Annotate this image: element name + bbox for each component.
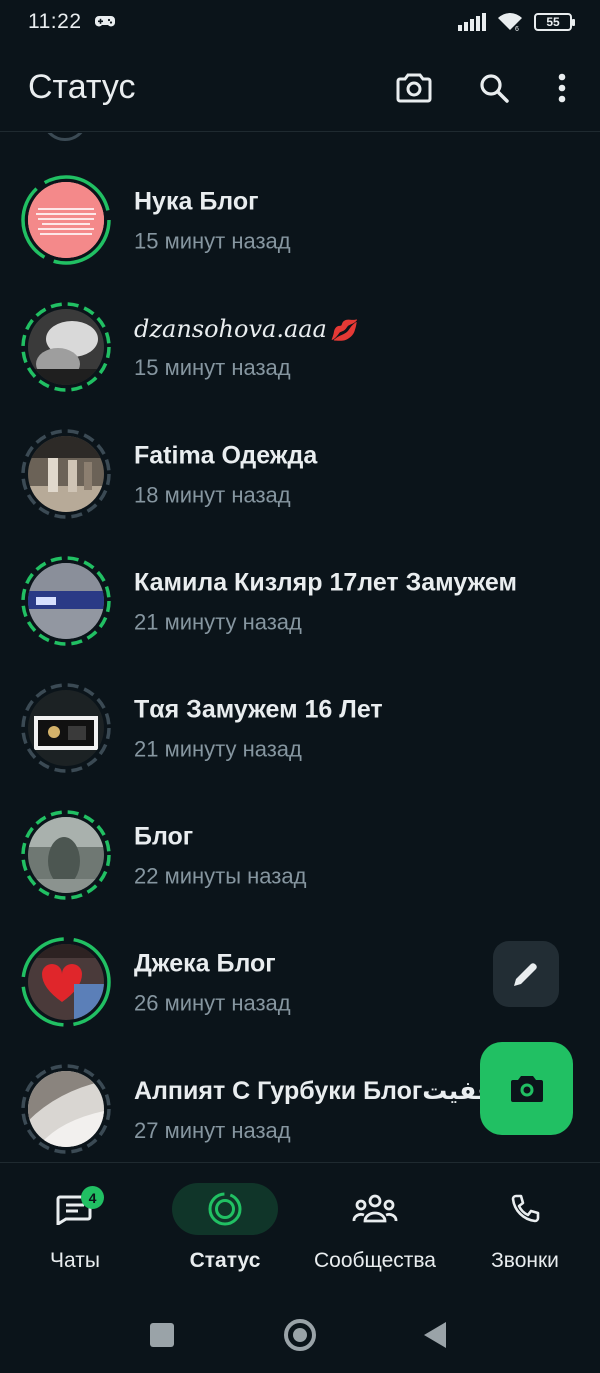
avatar-photo bbox=[28, 690, 104, 766]
status-avatar bbox=[20, 555, 112, 647]
tab-communities-label: Сообщества bbox=[314, 1249, 436, 1272]
status-time: 18 минут назад bbox=[134, 482, 291, 507]
page-title: Статус bbox=[28, 68, 136, 106]
status-avatar bbox=[20, 809, 112, 901]
status-time: 15 минут назад bbox=[134, 354, 291, 380]
tab-status-iconbox bbox=[172, 1183, 278, 1235]
home-button-dot bbox=[293, 1328, 307, 1342]
avatar-text-image bbox=[28, 182, 104, 258]
battery-indicator: 55 bbox=[534, 13, 575, 31]
more-options-button[interactable] bbox=[552, 66, 572, 110]
bottom-navigation: 4 Чаты Статус Сообщества Звонки bbox=[0, 1162, 600, 1290]
status-item[interactable]: Нука Блог 15 минут назад bbox=[0, 157, 600, 284]
kiss-emoji: 💋 bbox=[330, 317, 356, 342]
search-icon bbox=[480, 73, 509, 103]
avatar-photo bbox=[28, 944, 104, 1020]
avatar bbox=[28, 817, 104, 893]
avatar bbox=[28, 309, 104, 385]
status-name: Тαя Замужем 16 Лет bbox=[134, 695, 383, 723]
back-button[interactable] bbox=[424, 1322, 446, 1348]
status-time: 15 минут назад bbox=[134, 228, 291, 253]
tab-calls-label: Звонки bbox=[491, 1249, 559, 1272]
tab-status-label: Статус bbox=[189, 1249, 261, 1272]
camera-icon bbox=[510, 1075, 543, 1102]
status-time: 21 минуту назад bbox=[134, 609, 302, 634]
calls-icon bbox=[511, 1194, 540, 1223]
camera-button[interactable] bbox=[392, 66, 436, 110]
tab-status[interactable]: Статус bbox=[150, 1163, 300, 1291]
tab-chats[interactable]: 4 Чаты bbox=[0, 1163, 150, 1291]
status-time: 21 минуту назад bbox=[134, 736, 302, 761]
status-name: Fatima Одежда bbox=[134, 441, 318, 469]
avatar-photo bbox=[28, 1071, 104, 1147]
status-time: 26 минут назад bbox=[134, 990, 291, 1015]
status-name: Джека Блог bbox=[134, 949, 276, 977]
avatar-photo bbox=[28, 563, 104, 639]
status-avatar bbox=[20, 428, 112, 520]
status-avatar bbox=[20, 1063, 112, 1155]
text-status-button[interactable] bbox=[493, 941, 559, 1007]
svg-text:6: 6 bbox=[515, 26, 519, 32]
avatar bbox=[28, 944, 104, 1020]
avatar-photo bbox=[28, 309, 104, 385]
avatar bbox=[28, 563, 104, 639]
tab-calls[interactable]: Звонки bbox=[450, 1163, 600, 1291]
status-item[interactable]: Блог 22 минуты назад bbox=[0, 792, 600, 919]
status-item[interactable]: Тαя Замужем 16 Лет 21 минуту назад bbox=[0, 665, 600, 792]
game-controller-icon bbox=[94, 16, 115, 27]
status-name: Блог bbox=[134, 822, 194, 850]
avatar bbox=[28, 182, 104, 258]
status-avatar bbox=[20, 936, 112, 1028]
avatar bbox=[28, 1071, 104, 1147]
wifi-icon: 6 bbox=[498, 13, 522, 32]
tab-chats-label: Чаты bbox=[50, 1249, 100, 1272]
status-name: Алпият С Гурбуки Блогعفيت bbox=[134, 1076, 495, 1105]
battery-level: 55 bbox=[546, 15, 560, 29]
recents-button[interactable] bbox=[150, 1323, 174, 1347]
status-name: Нука Блог bbox=[134, 187, 259, 215]
status-item[interactable]: dzansohova.aaa 💋 15 минут назад bbox=[0, 284, 600, 411]
status-avatar bbox=[20, 682, 112, 774]
camera-status-button[interactable] bbox=[480, 1042, 573, 1135]
signal-icon bbox=[458, 13, 486, 31]
status-icon bbox=[208, 1192, 242, 1226]
status-item[interactable]: Fatima Одежда 18 минут назад bbox=[0, 411, 600, 538]
status-time: 27 минут назад bbox=[134, 1117, 291, 1143]
system-status-bar: 11:22 6 55 bbox=[0, 0, 600, 44]
avatar bbox=[28, 690, 104, 766]
clock: 11:22 bbox=[28, 10, 82, 33]
camera-icon bbox=[396, 73, 432, 102]
system-nav-buttons bbox=[150, 1319, 446, 1351]
communities-icon bbox=[352, 1194, 398, 1223]
unread-badge: 4 bbox=[81, 1186, 104, 1209]
avatar-photo bbox=[28, 817, 104, 893]
avatar bbox=[28, 436, 104, 512]
search-button[interactable] bbox=[472, 66, 516, 110]
app-header: Статус bbox=[0, 44, 600, 132]
tab-communities-iconbox bbox=[322, 1183, 428, 1235]
status-avatar bbox=[20, 301, 112, 393]
status-avatar bbox=[20, 174, 112, 266]
tab-chats-iconbox: 4 bbox=[22, 1183, 128, 1235]
status-name: Камила Кизляр 17лет Замужем bbox=[134, 568, 517, 596]
tab-communities[interactable]: Сообщества bbox=[300, 1163, 450, 1291]
avatar-photo bbox=[28, 436, 104, 512]
status-time: 22 минуты назад bbox=[134, 863, 307, 888]
more-vert-icon bbox=[558, 73, 566, 102]
tab-calls-iconbox bbox=[472, 1183, 578, 1235]
pencil-icon bbox=[514, 963, 537, 986]
system-navigation-bar bbox=[0, 1290, 600, 1373]
status-name-text: dzansohova.aaa bbox=[134, 314, 327, 343]
partial-status-ring bbox=[42, 133, 88, 141]
status-item[interactable]: Камила Кизляр 17лет Замужем 21 минуту на… bbox=[0, 538, 600, 665]
status-name: dzansohova.aaa 💋 bbox=[134, 315, 356, 343]
